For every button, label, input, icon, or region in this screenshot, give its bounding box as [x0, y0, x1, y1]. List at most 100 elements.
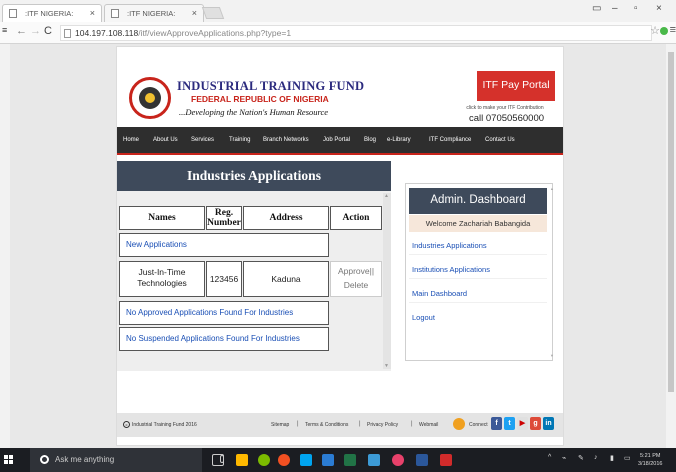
word-icon[interactable]	[416, 454, 428, 466]
show-hidden-icons[interactable]: ^	[548, 454, 551, 461]
scroll-down-icon[interactable]: ▼	[550, 353, 554, 358]
main-nav: Home About Us Services Training Branch N…	[117, 127, 563, 155]
nav-item-itf-compliance[interactable]: ITF Compliance	[429, 137, 471, 143]
network-icon[interactable]: ⌁	[562, 454, 566, 462]
chrome-icon[interactable]	[278, 454, 290, 466]
maximize-icon[interactable]: ▫	[634, 3, 638, 14]
nav-item-training[interactable]: Training	[229, 137, 250, 143]
youtube-icon[interactable]: ▶	[517, 417, 528, 430]
footer-link-terms[interactable]: Terms & Conditions	[305, 422, 348, 428]
action-cell: Approve|| Delete	[330, 261, 382, 297]
user-icon[interactable]: ▭	[592, 3, 601, 14]
cortana-icon	[40, 455, 49, 464]
nav-item-blog[interactable]: Blog	[364, 137, 376, 143]
back-icon[interactable]: ←	[16, 25, 27, 37]
browser-tab[interactable]: :ITF NIGERIA: ×	[2, 4, 102, 22]
linkedin-icon[interactable]: in	[543, 417, 554, 430]
column-header-reg-number: Reg. Number	[206, 206, 242, 230]
main-dashboard-link[interactable]: Main Dashboard	[409, 284, 547, 303]
new-applications-link[interactable]: New Applications	[119, 233, 329, 257]
app-icon-5[interactable]	[322, 454, 334, 466]
phone-number: call 07050560000	[469, 113, 545, 124]
logout-link[interactable]: Logout	[409, 308, 547, 327]
delete-link[interactable]: Delete	[331, 278, 381, 292]
nav-item-job-portal[interactable]: Job Portal	[323, 137, 350, 143]
pdf-icon[interactable]	[440, 454, 452, 466]
app-icon-1[interactable]	[236, 454, 248, 466]
app-icon-4[interactable]	[300, 454, 312, 466]
web-page: INDUSTRIAL TRAINING FUND FEDERAL REPUBLI…	[116, 46, 564, 446]
page-scrollbar[interactable]	[666, 44, 676, 448]
nav-item-about-us[interactable]: About Us	[153, 137, 178, 143]
system-clock[interactable]: 5:21 PM 3/18/2016	[638, 452, 662, 468]
scroll-down-icon[interactable]: ▼	[384, 363, 389, 369]
twitter-icon[interactable]: t	[504, 417, 515, 430]
notification-icon[interactable]: ▮	[610, 454, 614, 462]
applications-scrollbar[interactable]: ▲ ▼	[383, 193, 391, 369]
applicant-reg-number: 123456	[206, 261, 242, 297]
applicant-name: Just-In-Time Technologies	[119, 261, 205, 297]
reload-icon[interactable]: C	[44, 25, 52, 37]
footer-link-sitemap[interactable]: Sitemap	[271, 422, 289, 428]
minimize-icon[interactable]: –	[612, 3, 618, 14]
google-plus-icon[interactable]: g	[530, 417, 541, 430]
copyright-icon: c	[123, 421, 130, 428]
keyboard-icon[interactable]: ▭	[624, 454, 631, 462]
pen-icon[interactable]: ✎	[578, 454, 584, 462]
approve-link[interactable]: Approve||	[331, 264, 381, 278]
footer-link-privacy[interactable]: Privacy Policy	[367, 422, 398, 428]
facebook-icon[interactable]: f	[491, 417, 502, 430]
volume-icon[interactable]: ♪	[594, 454, 598, 461]
forward-icon[interactable]: →	[30, 25, 41, 37]
connect-label: Connect	[469, 422, 488, 428]
footer-link-webmail[interactable]: Webmail	[419, 422, 438, 428]
institutions-applications-link[interactable]: Institutions Applications	[409, 260, 547, 279]
excel-icon[interactable]	[344, 454, 356, 466]
start-icon-pane	[4, 460, 8, 464]
bookmark-star-icon[interactable]: ☆	[650, 24, 660, 37]
address-path: /itf/viewApproveApplications.php?type=1	[138, 28, 292, 38]
admin-scrollbar[interactable]: ▲ ▼	[550, 186, 554, 358]
app-icon-2[interactable]	[258, 454, 270, 466]
scroll-up-icon[interactable]: ▲	[384, 193, 389, 199]
app-icon-7[interactable]	[368, 454, 380, 466]
address-host: 104.197.108.118	[75, 28, 139, 38]
footer-separator: |	[411, 421, 413, 427]
nav-item-services[interactable]: Services	[191, 137, 214, 143]
org-subtitle: FEDERAL REPUBLIC OF NIGERIA	[191, 94, 329, 104]
start-icon[interactable]	[4, 455, 14, 465]
pay-portal-button[interactable]: ITF Pay Portal	[477, 71, 555, 101]
new-tab-button[interactable]	[201, 7, 225, 19]
nav-item-branch-networks[interactable]: Branch Networks	[263, 137, 309, 143]
browser-menu-icon[interactable]: ≡	[670, 24, 676, 36]
scrollbar-thumb[interactable]	[668, 52, 674, 392]
app-icon-8[interactable]	[392, 454, 404, 466]
nav-item-home[interactable]: Home	[123, 137, 139, 143]
page-icon	[111, 9, 119, 18]
taskbar: Ask me anything ^ ⌁ ✎ ♪ ▮ ▭ 5:21 PM 3/18…	[0, 448, 676, 472]
address-bar[interactable]: 104.197.108.118/itf/viewApproveApplicati…	[60, 25, 652, 41]
column-header-names: Names	[119, 206, 205, 230]
pay-portal-note: click to make your ITF Contribution	[466, 105, 544, 111]
org-title: INDUSTRIAL TRAINING FUND	[177, 79, 365, 93]
extension-icon[interactable]	[660, 27, 668, 35]
task-view-icon[interactable]	[212, 454, 224, 466]
nav-item-e-library[interactable]: e-Library	[387, 137, 411, 143]
taskbar-search[interactable]: Ask me anything	[30, 448, 224, 472]
sidebar-toggle-icon[interactable]: ≡	[2, 25, 7, 35]
scroll-up-icon[interactable]: ▲	[550, 186, 554, 191]
browser-tab[interactable]: :ITF NIGERIA: ×	[104, 4, 204, 22]
page-icon	[9, 9, 17, 18]
industries-applications-link[interactable]: Industries Applications	[409, 236, 547, 255]
close-tab-icon[interactable]: ×	[192, 8, 197, 18]
clock-time: 5:21 PM	[639, 453, 661, 459]
nav-item-contact-us[interactable]: Contact Us	[485, 137, 515, 143]
itf-logo[interactable]	[129, 77, 171, 119]
close-window-icon[interactable]: ×	[656, 3, 662, 14]
applications-title: Industries Applications	[117, 161, 391, 191]
footer-separator: |	[297, 421, 299, 427]
close-tab-icon[interactable]: ×	[90, 8, 95, 18]
no-suspended-message: No Suspended Applications Found For Indu…	[119, 327, 329, 351]
footer-separator: |	[359, 421, 361, 427]
copyright-text: Industrial Training Fund 2016	[132, 421, 197, 428]
